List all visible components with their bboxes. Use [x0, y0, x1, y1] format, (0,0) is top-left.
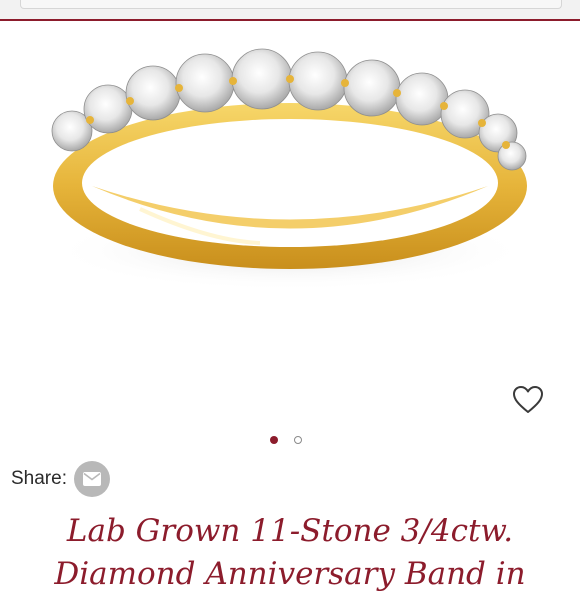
email-share-button[interactable]: [73, 461, 110, 497]
carousel-dot-1[interactable]: [270, 436, 278, 444]
wishlist-heart-icon[interactable]: [512, 385, 544, 415]
share-label: Share:: [11, 468, 67, 489]
ring-image: [50, 48, 530, 291]
product-image[interactable]: [0, 21, 580, 421]
carousel-dots: [270, 436, 302, 446]
envelope-icon: [82, 472, 101, 486]
top-navigation-bar: [0, 0, 580, 21]
carousel-dot-2[interactable]: [294, 436, 302, 444]
search-bar-edge[interactable]: [20, 0, 562, 9]
product-title: Lab Grown 11-Stone 3/4ctw. Diamond Anniv…: [54, 513, 526, 592]
share-row: Share:: [11, 460, 110, 498]
